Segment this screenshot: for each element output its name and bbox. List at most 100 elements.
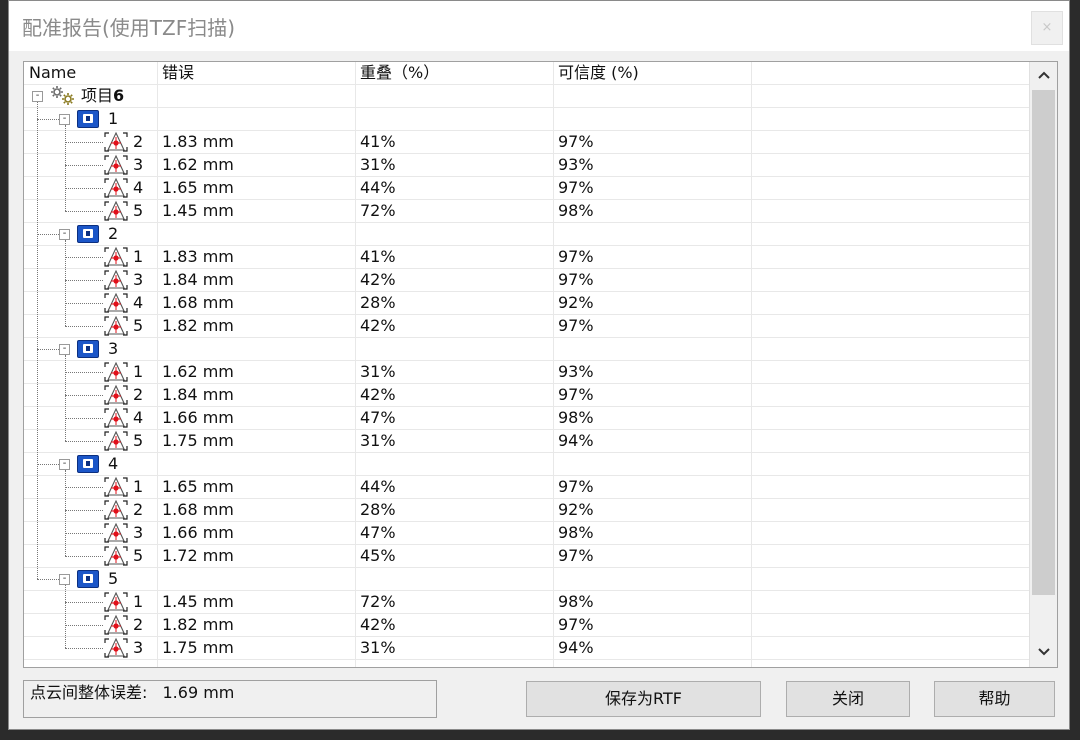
row-name: 5 [133, 546, 144, 565]
row-name: 1 [133, 362, 144, 381]
tree-node-scan[interactable]: -1 [24, 108, 1029, 131]
cell-overlap: 44% [360, 477, 396, 496]
gears-icon [48, 85, 78, 107]
registration-target-icon [103, 591, 129, 613]
table-row[interactable]: 1 1.83 mm 41% 97% [24, 246, 1029, 269]
table-row[interactable]: 2 1.82 mm 42% 97% [24, 614, 1029, 637]
collapse-toggle[interactable]: - [59, 344, 70, 355]
table-row[interactable]: 3 1.84 mm 42% 97% [24, 269, 1029, 292]
cell-error: 1.83 mm [162, 132, 234, 151]
cell-confidence: 97% [558, 316, 594, 335]
table-row[interactable]: 3 1.75 mm 31% 94% [24, 637, 1029, 660]
collapse-toggle[interactable]: - [59, 114, 70, 125]
project-label-number: 6 [113, 86, 125, 105]
row-name: 2 [133, 615, 144, 634]
registration-report-dialog: 配准报告(使用TZF扫描) × Name 错误 重叠（%） 可信度 (%) -项… [8, 0, 1070, 730]
save-rtf-button[interactable]: 保存为RTF [526, 681, 761, 717]
scan-label: 3 [108, 339, 119, 358]
window-title: 配准报告(使用TZF扫描) [22, 16, 236, 40]
cell-overlap: 41% [360, 247, 396, 266]
collapse-toggle[interactable]: - [59, 459, 70, 470]
table-row[interactable]: 2 1.84 mm 42% 97% [24, 384, 1029, 407]
table-row[interactable]: 1 1.65 mm 44% 97% [24, 476, 1029, 499]
cell-error: 1.66 mm [162, 523, 234, 542]
table-row[interactable]: 2 1.68 mm 28% 92% [24, 499, 1029, 522]
cell-overlap: 42% [360, 316, 396, 335]
project-label-prefix: 项目 [81, 86, 114, 105]
scanner-icon [77, 455, 99, 473]
help-button[interactable]: 帮助 [934, 681, 1055, 717]
table-row[interactable]: 5 1.45 mm 72% 98% [24, 200, 1029, 223]
table-row[interactable]: 5 1.72 mm 45% 97% [24, 545, 1029, 568]
row-name: 5 [133, 316, 144, 335]
tree-node-scan[interactable]: -2 [24, 223, 1029, 246]
tree-node-scan[interactable]: -3 [24, 338, 1029, 361]
overall-error-field: 点云间整体误差: 1.69 mm [23, 680, 437, 718]
tree-connector [65, 355, 66, 441]
table-row[interactable]: 5 1.82 mm 42% 97% [24, 315, 1029, 338]
cell-overlap: 28% [360, 293, 396, 312]
table-row[interactable]: 3 1.66 mm 47% 98% [24, 522, 1029, 545]
cell-error: 1.65 mm [162, 178, 234, 197]
vertical-scrollbar[interactable] [1029, 62, 1057, 667]
close-button[interactable]: 关闭 [786, 681, 910, 717]
scanner-icon [77, 570, 99, 588]
cell-error: 1.45 mm [162, 592, 234, 611]
cell-overlap: 31% [360, 362, 396, 381]
cell-confidence: 97% [558, 270, 594, 289]
cell-confidence: 97% [558, 477, 594, 496]
table-row[interactable]: 1 1.62 mm 31% 93% [24, 361, 1029, 384]
cell-error: 1.72 mm [162, 546, 234, 565]
table-row[interactable]: 2 1.83 mm 41% 97% [24, 131, 1029, 154]
scrollbar-thumb[interactable] [1032, 90, 1055, 595]
scanner-icon [77, 110, 99, 128]
cell-confidence: 97% [558, 132, 594, 151]
tree-node-project[interactable]: - 项目6 [24, 85, 1029, 108]
cell-confidence: 98% [558, 408, 594, 427]
row-name: 4 [133, 408, 144, 427]
cell-confidence: 97% [558, 247, 594, 266]
collapse-toggle[interactable]: - [59, 574, 70, 585]
cell-overlap: 42% [360, 615, 396, 634]
registration-target-icon [103, 476, 129, 498]
collapse-toggle[interactable]: - [59, 229, 70, 240]
tree-connector [65, 240, 66, 326]
registration-target-icon [103, 292, 129, 314]
column-header-confidence[interactable]: 可信度 (%) [558, 62, 639, 84]
cell-overlap: 47% [360, 523, 396, 542]
cell-confidence: 97% [558, 385, 594, 404]
registration-tree-list[interactable]: Name 错误 重叠（%） 可信度 (%) - 项目6-1 2 1.83 mm 41% 9… [23, 61, 1058, 668]
tree-node-scan[interactable]: -4 [24, 453, 1029, 476]
table-row[interactable]: 1 1.45 mm 72% 98% [24, 591, 1029, 614]
cell-overlap: 41% [360, 132, 396, 151]
row-name: 1 [133, 592, 144, 611]
row-name: 1 [133, 247, 144, 266]
cell-confidence: 94% [558, 638, 594, 657]
tree-node-scan[interactable]: -5 [24, 568, 1029, 591]
scanner-icon [77, 340, 99, 358]
collapse-toggle[interactable]: - [32, 91, 43, 102]
column-header-name[interactable]: Name [29, 62, 76, 84]
scroll-up-arrow-icon[interactable] [1030, 62, 1057, 90]
scroll-down-arrow-icon[interactable] [1030, 639, 1057, 667]
registration-target-icon [103, 131, 129, 153]
tree-connector [37, 102, 38, 579]
column-header-error[interactable]: 错误 [162, 62, 194, 84]
cell-overlap: 31% [360, 431, 396, 450]
table-row[interactable]: 4 1.65 mm 44% 97% [24, 177, 1029, 200]
table-row[interactable]: 4 1.68 mm 28% 92% [24, 292, 1029, 315]
cell-confidence: 93% [558, 155, 594, 174]
column-header-overlap[interactable]: 重叠（%） [360, 62, 439, 84]
tree-connector [65, 125, 66, 211]
cell-overlap: 47% [360, 408, 396, 427]
cell-overlap: 42% [360, 270, 396, 289]
registration-target-icon [103, 430, 129, 452]
cell-overlap: 45% [360, 546, 396, 565]
scanner-icon [77, 225, 99, 243]
cell-error: 1.62 mm [162, 362, 234, 381]
table-row[interactable]: 5 1.75 mm 31% 94% [24, 430, 1029, 453]
table-row[interactable]: 3 1.62 mm 31% 93% [24, 154, 1029, 177]
close-window-button[interactable]: × [1031, 11, 1063, 45]
table-row[interactable]: 4 1.66 mm 47% 98% [24, 407, 1029, 430]
row-name: 2 [133, 385, 144, 404]
